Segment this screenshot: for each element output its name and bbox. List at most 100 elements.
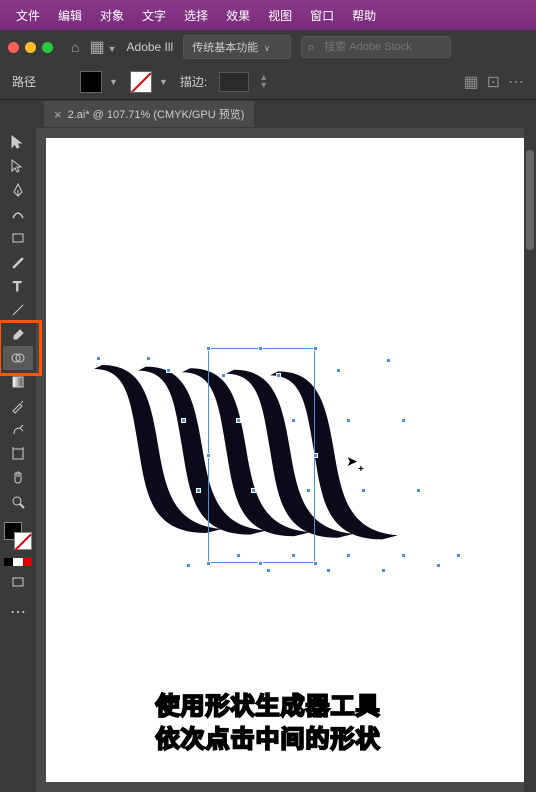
align-transform-group: ▦ ⊡ ⋯	[463, 72, 524, 92]
gradient-tool[interactable]	[3, 370, 33, 394]
anchor-point[interactable]	[386, 358, 391, 363]
type-tool[interactable]: T	[3, 274, 33, 298]
stroke-color-icon[interactable]	[14, 532, 32, 550]
curvature-tool[interactable]	[3, 202, 33, 226]
artboard: ➤ +	[46, 138, 526, 782]
home-icon[interactable]: ⌂	[71, 39, 79, 55]
selection-handle[interactable]	[206, 561, 211, 566]
maximize-window-button[interactable]	[42, 42, 53, 53]
anchor-point[interactable]	[291, 418, 296, 423]
canvas-viewport[interactable]: ➤ +	[36, 128, 536, 792]
scroll-thumb[interactable]	[526, 150, 534, 250]
line-tool[interactable]	[3, 298, 33, 322]
anchor-point[interactable]	[361, 488, 366, 493]
search-input[interactable]	[301, 36, 451, 58]
anchor-point[interactable]	[291, 553, 296, 558]
menu-effect[interactable]: 效果	[218, 2, 258, 29]
selection-handle[interactable]	[206, 453, 211, 458]
align-icon[interactable]: ▦	[463, 72, 478, 92]
selection-bounding-box[interactable]	[208, 348, 315, 563]
document-tab-title: 2.ai* @ 107.71% (CMYK/GPU 预览)	[68, 106, 245, 122]
stroke-stepper[interactable]: ▴▾	[261, 74, 266, 90]
anchor-point[interactable]	[381, 568, 386, 573]
options-bar: 路径 ▼ ▼ 描边: ▴▾ ▦ ⊡ ⋯	[0, 64, 536, 100]
anchor-point[interactable]	[96, 356, 101, 361]
search-wrap	[301, 36, 451, 58]
paintbrush-tool[interactable]	[3, 250, 33, 274]
more-options-icon[interactable]: ⋯	[508, 72, 524, 92]
menu-edit[interactable]: 编辑	[50, 2, 90, 29]
anchor-point[interactable]	[276, 373, 281, 378]
anchor-point[interactable]	[251, 488, 256, 493]
application-bar: ⌂ ▦▼ Adobe Ill 传统基本功能 ∨	[0, 30, 536, 64]
fill-swatch[interactable]	[80, 71, 102, 93]
tools-panel: T ⋯	[0, 100, 36, 792]
anchor-point[interactable]	[346, 418, 351, 423]
selection-handle[interactable]	[313, 346, 318, 351]
selection-handle[interactable]	[258, 561, 263, 566]
screen-mode-tool[interactable]	[3, 570, 33, 594]
anchor-point[interactable]	[196, 488, 201, 493]
eyedropper-tool[interactable]	[3, 394, 33, 418]
menu-type[interactable]: 文字	[134, 2, 174, 29]
anchor-point[interactable]	[236, 553, 241, 558]
menu-help[interactable]: 帮助	[344, 2, 384, 29]
anchor-point[interactable]	[436, 563, 441, 568]
anchor-point[interactable]	[181, 418, 186, 423]
chevron-down-icon[interactable]: ▼	[109, 77, 118, 87]
menu-window[interactable]: 窗口	[302, 2, 342, 29]
selection-handle[interactable]	[313, 453, 318, 458]
symbol-sprayer-tool[interactable]	[3, 418, 33, 442]
menubar: 文件 编辑 对象 文字 选择 效果 视图 窗口 帮助	[0, 0, 536, 30]
anchor-point[interactable]	[346, 553, 351, 558]
anchor-point[interactable]	[456, 553, 461, 558]
edit-toolbar-button[interactable]: ⋯	[3, 600, 33, 624]
document-tab[interactable]: × 2.ai* @ 107.71% (CMYK/GPU 预览)	[44, 101, 254, 127]
hand-tool[interactable]	[3, 466, 33, 490]
transform-icon[interactable]: ⊡	[487, 72, 500, 92]
artwork-selection[interactable]: ➤ +	[86, 338, 486, 588]
selection-handle[interactable]	[258, 346, 263, 351]
menu-view[interactable]: 视图	[260, 2, 300, 29]
document-area: × 2.ai* @ 107.71% (CMYK/GPU 预览)	[36, 100, 536, 792]
anchor-point[interactable]	[221, 373, 226, 378]
anchor-point[interactable]	[326, 568, 331, 573]
stroke-label: 描边:	[180, 73, 207, 90]
selection-tool[interactable]	[3, 130, 33, 154]
anchor-point[interactable]	[416, 488, 421, 493]
anchor-point[interactable]	[146, 356, 151, 361]
fill-stroke-indicator[interactable]	[4, 522, 32, 550]
anchor-point[interactable]	[266, 568, 271, 573]
menu-file[interactable]: 文件	[8, 2, 48, 29]
main-area: T ⋯ × 2.ai* @ 107.71% (CMYK/GPU 预览)	[0, 100, 536, 792]
selection-type-label: 路径	[12, 73, 36, 90]
direct-selection-tool[interactable]	[3, 154, 33, 178]
close-tab-icon[interactable]: ×	[54, 107, 62, 122]
chevron-down-icon[interactable]: ▼	[159, 77, 168, 87]
workspace-selector[interactable]: 传统基本功能 ∨	[183, 35, 291, 59]
rectangle-tool[interactable]	[3, 226, 33, 250]
anchor-point[interactable]	[401, 418, 406, 423]
eraser-tool[interactable]	[3, 322, 33, 346]
zoom-tool[interactable]	[3, 490, 33, 514]
anchor-point[interactable]	[166, 368, 171, 373]
minimize-window-button[interactable]	[25, 42, 36, 53]
color-mode-strip[interactable]	[4, 558, 32, 566]
anchor-point[interactable]	[236, 418, 241, 423]
anchor-point[interactable]	[186, 563, 191, 568]
pen-tool[interactable]	[3, 178, 33, 202]
stroke-weight-input[interactable]	[219, 72, 249, 92]
stroke-swatch[interactable]	[130, 71, 152, 93]
selection-handle[interactable]	[206, 346, 211, 351]
anchor-point[interactable]	[306, 488, 311, 493]
selection-handle[interactable]	[313, 561, 318, 566]
artboard-tool[interactable]	[3, 442, 33, 466]
anchor-point[interactable]	[336, 368, 341, 373]
shape-builder-tool[interactable]	[3, 346, 33, 370]
menu-select[interactable]: 选择	[176, 2, 216, 29]
arrange-documents-icon[interactable]: ▦▼	[89, 37, 116, 57]
close-window-button[interactable]	[8, 42, 19, 53]
vertical-scrollbar[interactable]	[524, 128, 536, 792]
anchor-point[interactable]	[401, 553, 406, 558]
menu-object[interactable]: 对象	[92, 2, 132, 29]
